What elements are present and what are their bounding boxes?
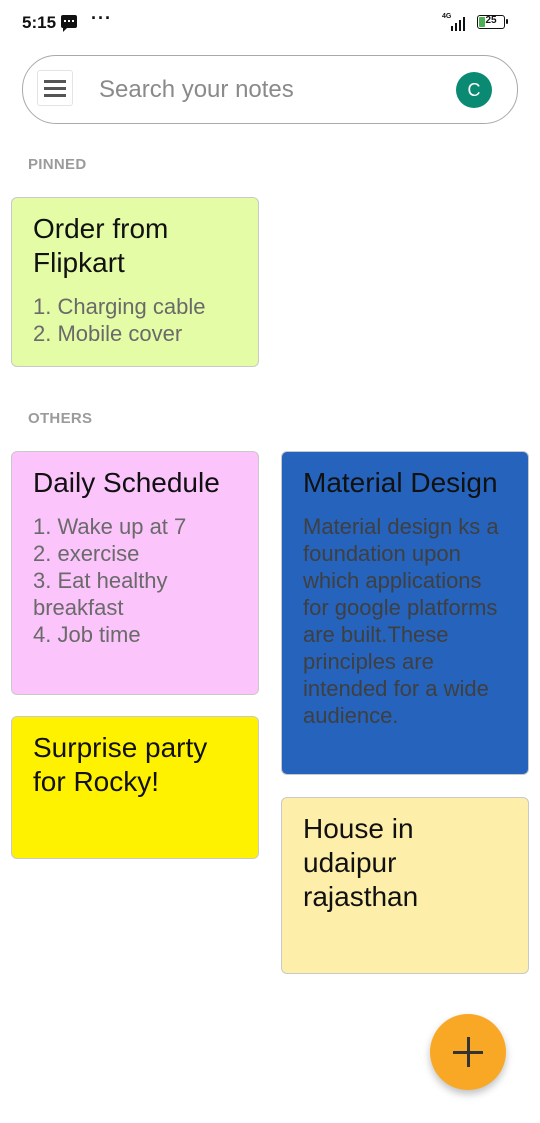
- note-card-surprise-party[interactable]: Surprise party for Rocky!: [11, 716, 259, 859]
- status-bar: 5:15 ··· 4G 25: [0, 0, 540, 44]
- account-avatar[interactable]: C: [456, 72, 492, 108]
- note-card-house-in-udaipur[interactable]: House in udaipur rajasthan: [281, 797, 529, 974]
- note-card-daily-schedule[interactable]: Daily Schedule 1. Wake up at 7 2. exerci…: [11, 451, 259, 695]
- signal-icon: 4G: [440, 13, 470, 31]
- battery-icon: 25: [477, 15, 508, 29]
- hamburger-menu-icon[interactable]: [37, 70, 73, 106]
- note-title: Order from Flipkart: [33, 213, 169, 278]
- plus-icon-vertical: [467, 1037, 470, 1067]
- network-type-label: 4G: [442, 13, 452, 20]
- note-title: Material Design: [303, 467, 498, 498]
- note-body: 1. Charging cable 2. Mobile cover: [33, 294, 206, 346]
- note-body: 1. Wake up at 7 2. exercise 3. Eat healt…: [33, 514, 187, 647]
- pinned-section-label: PINNED: [28, 156, 87, 173]
- note-card-material-design[interactable]: Material Design Material design ks a fou…: [281, 451, 529, 775]
- others-section-label: OTHERS: [28, 410, 93, 427]
- battery-level: 25: [485, 15, 497, 26]
- search-input[interactable]: [99, 70, 429, 110]
- more-dots-icon: ···: [91, 8, 112, 28]
- status-time: 5:15: [22, 13, 57, 32]
- message-icon: [61, 15, 77, 32]
- note-title: Daily Schedule: [33, 467, 220, 498]
- note-body: Material design ks a foundation upon whi…: [303, 514, 499, 728]
- note-title: House in udaipur rajasthan: [303, 813, 419, 912]
- search-bar[interactable]: C: [22, 55, 518, 124]
- note-card-order-from-flipkart[interactable]: Order from Flipkart 1. Charging cable 2.…: [11, 197, 259, 367]
- note-title: Surprise party for Rocky!: [33, 732, 208, 797]
- add-note-button[interactable]: [430, 1014, 506, 1090]
